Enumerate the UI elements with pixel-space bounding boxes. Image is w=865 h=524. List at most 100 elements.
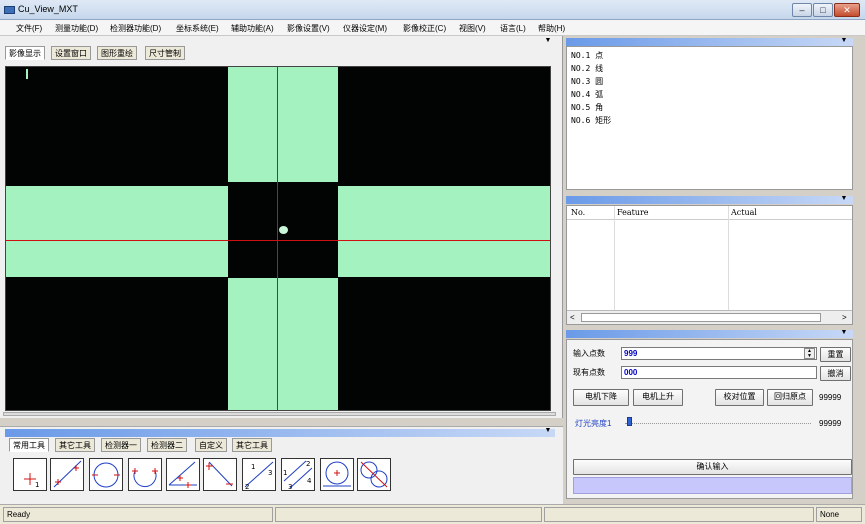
center-dot: [279, 226, 288, 234]
tools-header: [5, 429, 555, 437]
status-pane-3: [544, 507, 814, 522]
input-points-field[interactable]: 999: [621, 347, 817, 360]
brightness-slider-thumb[interactable]: [627, 417, 632, 426]
tool-label-4-1: 1: [283, 469, 287, 477]
scroll-thumb[interactable]: [581, 313, 821, 322]
menu-language[interactable]: 语言(L): [500, 23, 526, 34]
tools-menu-icon[interactable]: ▼: [544, 427, 552, 434]
table-scrollbar[interactable]: < >: [567, 310, 852, 324]
tab-dimension-control[interactable]: 尺寸管制: [145, 46, 185, 60]
three-point-line-button[interactable]: 1 2 3: [242, 458, 276, 491]
minimize-button[interactable]: –: [792, 3, 812, 17]
motor-down-button[interactable]: 电机下降: [573, 389, 629, 406]
tab-common-tools[interactable]: 常用工具: [9, 438, 49, 452]
two-circle-icon: [360, 461, 388, 488]
col-divider: [728, 206, 729, 310]
circle-tool-icon: [92, 462, 120, 488]
table-header-bar: [566, 196, 853, 204]
col-no[interactable]: No.: [571, 208, 585, 217]
tree-item-line[interactable]: NO.2 线: [571, 63, 603, 74]
speck: [26, 69, 28, 79]
menu-detector[interactable]: 检测器功能(D): [110, 23, 161, 34]
window-title: Cu_View_MXT: [18, 4, 78, 14]
angle-tool-icon: [168, 461, 197, 488]
table-header-row: [567, 206, 852, 220]
line-tool-icon: [53, 460, 82, 488]
distance-tool-button[interactable]: [203, 458, 237, 491]
menu-measure[interactable]: 测量功能(D): [55, 23, 98, 34]
three-point-line-icon: 1 2 3: [244, 461, 274, 491]
tab-custom[interactable]: 自定义: [195, 438, 227, 452]
tab-detector-two[interactable]: 检测器二: [147, 438, 187, 452]
brightness-slider-track[interactable]: [625, 423, 811, 424]
menu-image-settings[interactable]: 影像设置(V): [287, 23, 330, 34]
menu-help[interactable]: 帮助(H): [538, 23, 565, 34]
tool-label-4-4: 4: [307, 477, 312, 485]
tab-settings-window[interactable]: 设置窗口: [51, 46, 91, 60]
title-bar: Cu_View_MXT – □ ✕: [0, 0, 865, 20]
right-pane: ▼ NO.1 点 NO.2 线 NO.3 圆 NO.4 弧 NO.5 角 NO.…: [563, 36, 865, 504]
input-points-label: 输入点数: [573, 349, 605, 358]
menu-image-calibration[interactable]: 影像校正(C): [403, 23, 446, 34]
circle-tangent-button[interactable]: [320, 458, 354, 491]
col-actual[interactable]: Actual: [731, 208, 757, 217]
table-menu-icon[interactable]: ▼: [840, 195, 848, 202]
tool-label-3-3: 3: [268, 469, 272, 477]
menu-file[interactable]: 文件(F): [16, 23, 42, 34]
tree-header: [566, 38, 853, 46]
tab-graphic-redraw[interactable]: 图形重绘: [97, 46, 137, 60]
distance-tool-icon: [206, 461, 233, 487]
menu-bar: 文件(F) 测量功能(D) 检测器功能(D) 坐标系统(E) 辅助功能(A) 影…: [0, 20, 865, 36]
reset-button[interactable]: 重置: [820, 347, 851, 362]
camera-view[interactable]: [5, 66, 551, 411]
spin-down-icon[interactable]: ▼: [805, 354, 814, 359]
tab-detector-one[interactable]: 检测器一: [101, 438, 141, 452]
tree-item-angle[interactable]: NO.5 角: [571, 102, 603, 113]
horizontal-scrollbar[interactable]: [3, 412, 556, 416]
tree-menu-icon[interactable]: ▼: [840, 37, 848, 44]
pane-menu-icon[interactable]: ▼: [544, 37, 552, 44]
circle-tangent-icon: [323, 461, 351, 487]
tool-label-4-3: 3: [288, 483, 292, 490]
scroll-right-icon[interactable]: >: [842, 313, 847, 322]
menu-auxiliary[interactable]: 辅助功能(A): [231, 23, 274, 34]
controls-menu-icon[interactable]: ▼: [840, 329, 848, 336]
close-button[interactable]: ✕: [834, 3, 860, 17]
tree-item-point[interactable]: NO.1 点: [571, 50, 603, 61]
tree-item-circle[interactable]: NO.3 圆: [571, 76, 603, 87]
line-tool-button[interactable]: [50, 458, 84, 491]
point-tool-button[interactable]: 1: [13, 458, 47, 491]
angle-tool-button[interactable]: [166, 458, 200, 491]
motor-up-button[interactable]: 电机上升: [633, 389, 683, 406]
four-point-line-icon: 1 2 3 4: [283, 460, 313, 491]
calibrate-position-button[interactable]: 校对位置: [715, 389, 764, 406]
status-bar: Ready None: [0, 504, 865, 524]
menu-view[interactable]: 视图(V): [459, 23, 486, 34]
scroll-left-icon[interactable]: <: [570, 313, 575, 322]
arc-tool-button[interactable]: [128, 458, 162, 491]
menu-coordinates[interactable]: 坐标系统(E): [176, 23, 219, 34]
circle-tool-button[interactable]: [89, 458, 123, 491]
app-icon: [4, 6, 15, 14]
four-point-line-button[interactable]: 1 2 3 4: [281, 458, 315, 491]
tab-other-tools-2[interactable]: 其它工具: [232, 438, 272, 452]
tree-item-arc[interactable]: NO.4 弧: [571, 89, 603, 100]
col-feature[interactable]: Feature: [617, 208, 649, 217]
confirm-input-button[interactable]: 确认输入: [573, 459, 852, 475]
two-circle-button[interactable]: [357, 458, 391, 491]
menu-instrument[interactable]: 仪器设定(M): [343, 23, 387, 34]
existing-points-label: 现有点数: [573, 368, 605, 377]
cancel-button[interactable]: 撤消: [820, 366, 851, 381]
maximize-button[interactable]: □: [813, 3, 833, 17]
tab-image-display[interactable]: 影像显示: [5, 46, 45, 60]
existing-points-field[interactable]: 000: [621, 366, 817, 379]
status-ready: Ready: [3, 507, 273, 522]
tree-item-rectangle[interactable]: NO.6 矩形: [571, 115, 611, 126]
status-none: None: [816, 507, 862, 522]
controls-header: [566, 330, 853, 338]
home-button[interactable]: 回归原点: [767, 389, 813, 406]
tab-other-tools[interactable]: 其它工具: [55, 438, 95, 452]
feature-tree: NO.1 点 NO.2 线 NO.3 圆 NO.4 弧 NO.5 角 NO.6 …: [566, 46, 853, 190]
col-divider: [614, 206, 615, 310]
points-spinner[interactable]: ▲ ▼: [804, 348, 815, 359]
